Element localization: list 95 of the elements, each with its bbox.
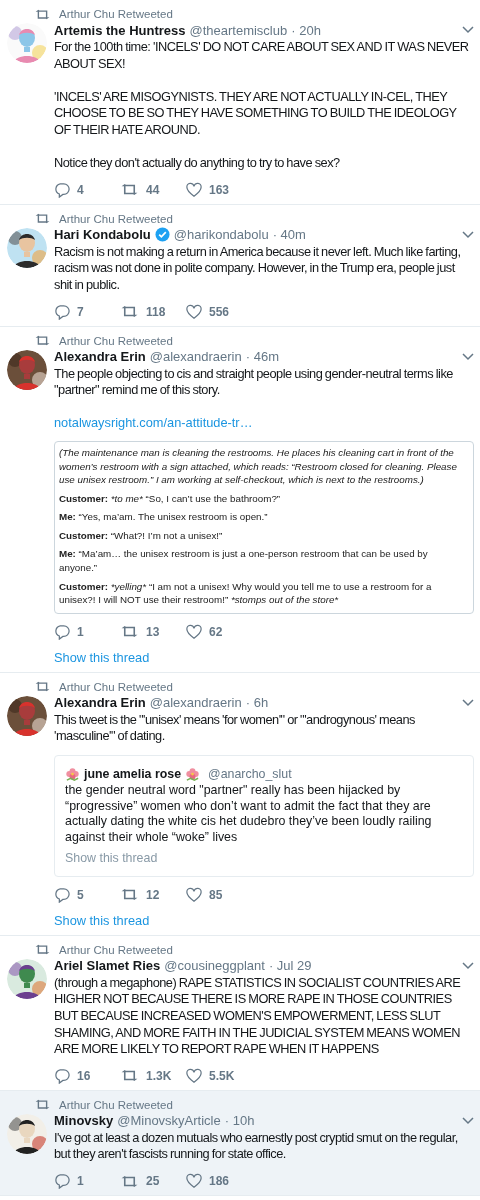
caret-icon[interactable] xyxy=(462,698,474,707)
tweet-text: (through a megaphone) RAPE STATISTICS IN SOCIALIST COUNTRIES ARE HIGHER NOT BECAUSE THERE IS MORE RAPE IN THOSE COUNTRIES BUT BECAUSE INCREASED WOMEN'S EMPOWERMENT, LESS SLUT SHAMING, AND MORE FAITH IN THE JUDICIAL SYSTEM MEANS WOMEN ARE MORE LIKELY TO REPORT RAPE WHEN IT HAPPENS xyxy=(54,974,462,1058)
like-count: 556 xyxy=(209,304,230,319)
heart-icon[interactable] xyxy=(186,886,202,903)
story-paragraph: Customer: “What?! I’m not a unisex!” xyxy=(59,528,224,543)
story-paragraph: Customer: *yelling* “I am not a unisex! Why would you tell me to use a restroom for a unisex?! I will NOT use their restroom!” *stomps out of the store* xyxy=(59,579,433,607)
retweet-count: 12 xyxy=(146,887,160,902)
caret-icon[interactable] xyxy=(462,230,474,239)
heart-icon[interactable] xyxy=(186,181,202,198)
reply-icon[interactable] xyxy=(54,623,70,640)
retweet-icon[interactable] xyxy=(120,305,139,319)
retweet-icon xyxy=(34,335,51,347)
heart-icon[interactable] xyxy=(186,303,202,320)
retweet-count: 13 xyxy=(146,624,160,639)
retweet-icon xyxy=(34,1099,51,1111)
reply-count: 4 xyxy=(77,182,84,197)
tweet-time[interactable]: · Jul 29 xyxy=(268,958,312,974)
reply-count: 1 xyxy=(77,1174,84,1188)
heart-icon[interactable] xyxy=(186,1067,202,1084)
quoted-tweet[interactable] xyxy=(54,755,474,877)
retweet-icon xyxy=(34,213,51,225)
like-count: 5.5K xyxy=(209,1068,235,1083)
retweet-icon[interactable] xyxy=(120,1069,139,1083)
reply-icon[interactable] xyxy=(54,181,70,198)
retweet-label: Arthur Chu Retweeted xyxy=(59,943,173,956)
retweet-icon xyxy=(34,681,51,693)
retweet-icon[interactable] xyxy=(120,888,139,902)
tweet-text: Racism is not making a return in America because it never left. Much like farting, racism was not done in polite company. However, in the Trump era, people just shit in public. xyxy=(54,243,462,294)
retweet-label: Arthur Chu Retweeted xyxy=(59,1098,173,1111)
retweet-count: 44 xyxy=(146,182,160,197)
reply-icon[interactable] xyxy=(54,1173,70,1189)
quoted-tweet-text: the gender neutral word "partner" really has been hijacked by “progressive” women who don’t want to admit the fact that they are actually dating the white cis het dudebro they’ve been loudly railing against their whole “woke” lives xyxy=(65,783,433,846)
tweet-text: This tweet is the "'unisex' means 'for women'" or "'androgynous' means 'masculine'" of dating. xyxy=(54,711,416,746)
retweet-icon[interactable] xyxy=(120,183,139,197)
retweet-label: Arthur Chu Retweeted xyxy=(59,680,173,693)
show-thread-link[interactable]: Show this thread xyxy=(54,911,150,930)
caret-icon[interactable] xyxy=(462,352,474,361)
flower-icon xyxy=(65,766,80,782)
author-handle[interactable]: @alexandraerin xyxy=(149,349,242,365)
tweet-text: The people objecting to cis and straight people using gender-neutral terms like "partner" remind me of this story. xyxy=(54,365,454,399)
reply-icon[interactable] xyxy=(54,886,70,903)
retweet-icon xyxy=(34,8,51,20)
author-name[interactable]: Alexandra Erin xyxy=(54,349,146,365)
tweet-time[interactable]: · 40m xyxy=(272,227,306,243)
caret-icon[interactable] xyxy=(462,1116,474,1125)
author-handle[interactable]: @alexandraerin xyxy=(149,695,242,711)
author-name[interactable]: Artemis the Huntress xyxy=(54,22,186,38)
flower-icon xyxy=(185,766,201,782)
tweet-time[interactable]: · 46m xyxy=(245,349,279,365)
reply-count: 5 xyxy=(77,887,84,902)
heart-icon[interactable] xyxy=(186,623,202,640)
reply-count: 16 xyxy=(77,1068,91,1083)
tweet-link[interactable]: notalwaysright.com/an-attitude-tr… xyxy=(54,415,253,432)
tweet-text: For the 100th time: 'INCELS' DO NOT CARE ABOUT SEX AND IT WAS NEVER ABOUT SEX! 'INCELS' ARE MISOGYNISTS. THEY ARE NOT ACTUALLY IN-CEL, THEY CHOOSE TO BE SO THEY HAVE SOMETHING TO BUILD THE IDEOLOGY OF THEIR HATE AROUND. Notice they don't actually do anything to try to have sex? xyxy=(54,39,470,172)
retweet-count: 1.3K xyxy=(146,1068,172,1083)
like-count: 163 xyxy=(209,182,230,197)
like-count: 186 xyxy=(209,1174,230,1188)
tweet-time[interactable]: · 6h xyxy=(245,695,269,711)
author-name[interactable]: Ariel Slamet Ries xyxy=(54,958,161,974)
story-image[interactable] xyxy=(54,440,474,614)
tweet-text: I've got at least a dozen mutuals who earnestly post cryptid smut on the regular, but they aren't fascists running for state office. xyxy=(54,1129,459,1163)
story-paragraph: Me: “Ma’am… the unisex restroom is just a one-person restroom that can be used by anyone.” xyxy=(59,547,429,575)
show-thread-link[interactable]: Show this thread xyxy=(54,648,150,667)
quoted-author-handle: @anarcho_slut xyxy=(208,767,292,782)
like-count: 62 xyxy=(209,624,223,639)
story-paragraph: Me: “Yes, ma’am. The unisex restroom is open.” xyxy=(59,510,269,524)
story-paragraph: Customer: *to me* “So, I can’t use the bathroom?” xyxy=(59,491,282,506)
story-paragraph: (The maintenance man is cleaning the restrooms. He places his cleaning cart in front of the women’s restroom with a sign attached, which reads: “Restroom closed for cleaning. Please use unisex restroom.” I am working at self-checkout, which is next to the restrooms.) xyxy=(59,445,458,487)
author-handle[interactable]: @MinovskyArticle xyxy=(117,1113,221,1129)
like-count: 85 xyxy=(209,887,223,902)
retweet-icon[interactable] xyxy=(120,1174,139,1188)
tweet-time[interactable]: · 10h xyxy=(224,1113,255,1129)
retweet-count: 118 xyxy=(146,304,166,319)
retweet-icon xyxy=(34,944,51,956)
show-thread-link[interactable]: Show this thread xyxy=(65,848,158,867)
author-name[interactable]: Alexandra Erin xyxy=(54,695,146,711)
reply-count: 7 xyxy=(77,304,84,319)
author-name[interactable]: Minovsky xyxy=(54,1113,114,1129)
author-name[interactable]: Hari Kondabolu xyxy=(54,227,151,243)
reply-count: 1 xyxy=(77,624,84,639)
caret-icon[interactable] xyxy=(462,961,474,970)
reply-icon[interactable] xyxy=(54,1067,70,1084)
caret-icon[interactable] xyxy=(462,26,474,34)
quoted-author-name: june amelia rose xyxy=(84,767,182,782)
retweet-count: 25 xyxy=(146,1174,160,1188)
retweet-label: Arthur Chu Retweeted xyxy=(59,212,173,225)
retweet-label: Arthur Chu Retweeted xyxy=(59,8,173,20)
author-handle[interactable]: @cousineggplant xyxy=(164,958,265,974)
retweet-label: Arthur Chu Retweeted xyxy=(59,334,173,347)
reply-icon[interactable] xyxy=(54,303,70,320)
author-handle[interactable]: @harikondabolu xyxy=(173,227,269,243)
tweet-time[interactable]: · 20h xyxy=(291,22,321,38)
author-handle[interactable]: @theartemisclub xyxy=(189,22,288,38)
retweet-icon[interactable] xyxy=(120,625,139,639)
heart-icon[interactable] xyxy=(186,1173,202,1189)
